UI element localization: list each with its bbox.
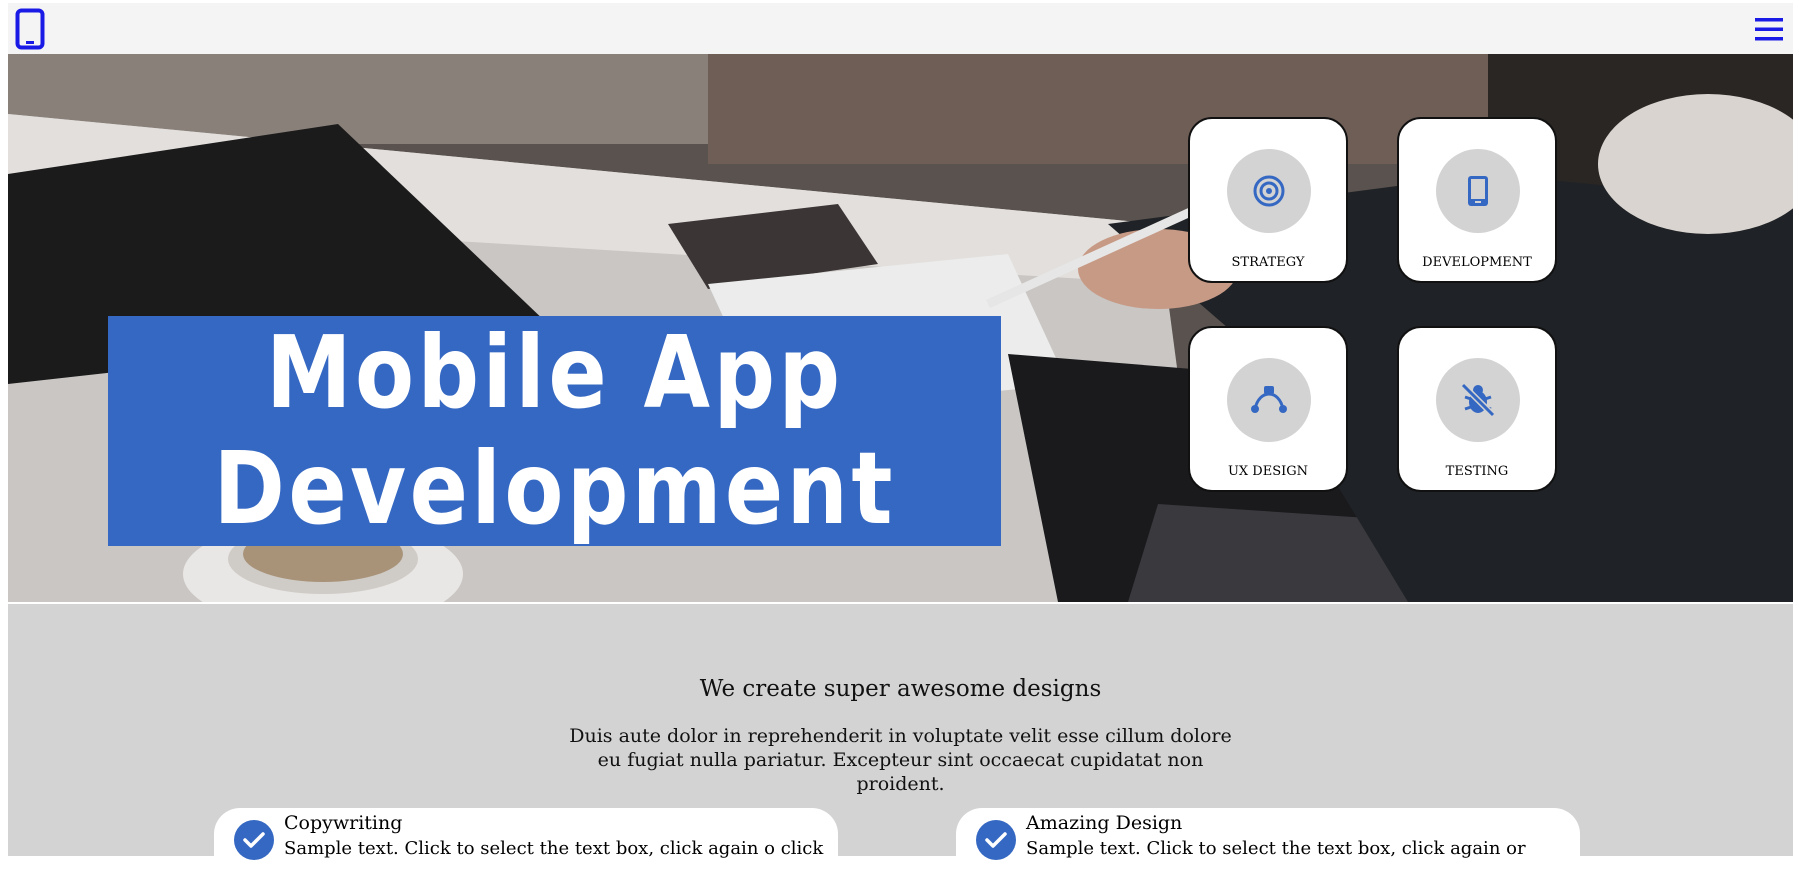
- top-navigation-bar: [8, 3, 1793, 54]
- service-card-testing[interactable]: TESTING: [1397, 326, 1557, 492]
- bezier-curve-icon: [1227, 358, 1311, 442]
- check-circle-icon: [976, 820, 1016, 860]
- service-card-strategy[interactable]: STRATEGY: [1188, 117, 1348, 283]
- section-paragraph: Duis aute dolor in reprehenderit in volu…: [569, 725, 1232, 795]
- hamburger-menu-icon[interactable]: [1753, 15, 1785, 43]
- bug-off-icon: [1436, 358, 1520, 442]
- smartphone-icon: [1436, 149, 1520, 233]
- features-section: We create super awesome designs Duis aut…: [8, 604, 1793, 888]
- hero-title: Mobile App Development: [213, 315, 895, 547]
- service-card-development[interactable]: DEVELOPMENT: [1397, 117, 1557, 283]
- feature-title: Copywriting: [284, 812, 403, 834]
- service-card-ux-design[interactable]: UX DESIGN: [1188, 326, 1348, 492]
- hero-title-banner: Mobile App Development: [108, 315, 1001, 547]
- service-card-label: TESTING: [1445, 464, 1509, 479]
- target-icon: [1227, 149, 1311, 233]
- section-headline: We create super awesome designs: [699, 676, 1102, 702]
- hero-title-line-1: Mobile App: [265, 314, 844, 431]
- mobile-phone-icon[interactable]: [15, 8, 45, 50]
- feature-card-copywriting[interactable]: Copywriting Sample text. Click to select…: [214, 808, 838, 888]
- feature-title: Amazing Design: [1026, 812, 1183, 834]
- hero-section: Mobile App Development STRATEGY DEVELOPM…: [8, 54, 1793, 602]
- service-card-label: STRATEGY: [1231, 255, 1305, 270]
- service-card-label: UX DESIGN: [1227, 464, 1309, 479]
- hero-title-line-2: Development: [213, 430, 896, 547]
- service-card-label: DEVELOPMENT: [1422, 255, 1532, 270]
- feature-card-amazing-design[interactable]: Amazing Design Sample text. Click to sel…: [956, 808, 1580, 888]
- check-circle-icon: [234, 820, 274, 860]
